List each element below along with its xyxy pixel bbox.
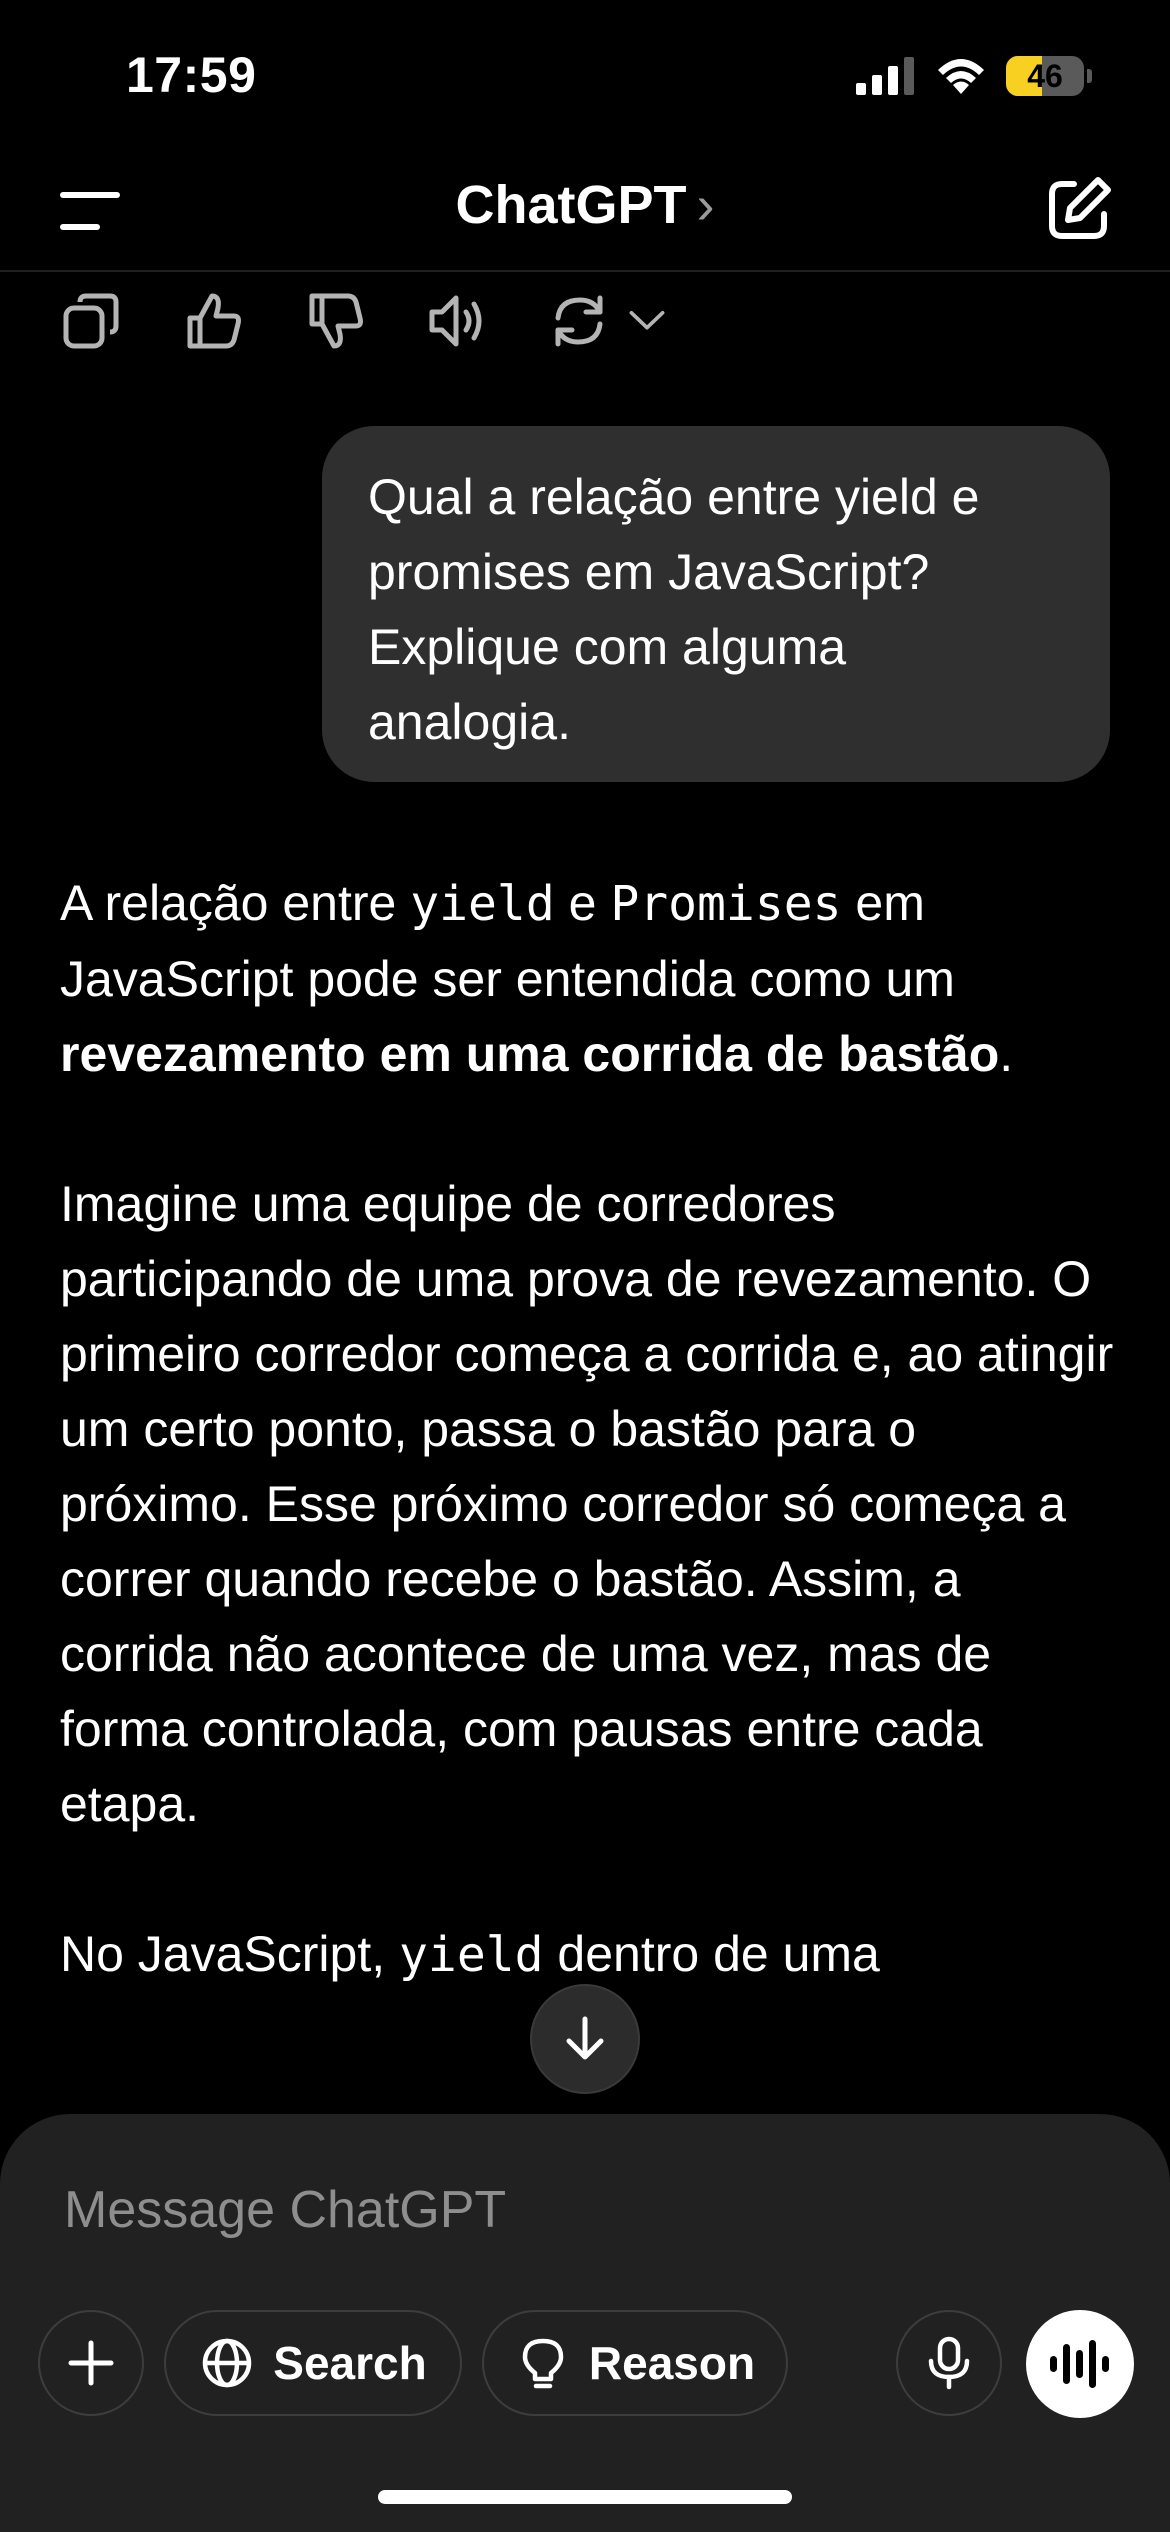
battery-indicator: 46 bbox=[1006, 56, 1084, 96]
inline-code: yield bbox=[399, 1927, 544, 1983]
regenerate-icon bbox=[555, 295, 603, 347]
reason-button[interactable]: Reason bbox=[482, 2310, 788, 2416]
new-chat-icon[interactable] bbox=[1040, 172, 1116, 248]
battery-cap bbox=[1087, 69, 1092, 83]
attach-button[interactable] bbox=[38, 2310, 144, 2416]
assistant-paragraph: Imagine uma equipe de corredores partici… bbox=[60, 1176, 1114, 1832]
status-icons: 46 bbox=[856, 56, 1092, 96]
home-indicator bbox=[378, 2490, 792, 2504]
text-run: dentro de uma bbox=[543, 1926, 880, 1982]
search-label: Search bbox=[273, 2337, 427, 2389]
model-selector[interactable]: ChatGPT › bbox=[0, 174, 1170, 236]
text-run: . bbox=[999, 1026, 1014, 1082]
reason-label: Reason bbox=[588, 2337, 756, 2389]
assistant-paragraph: A relação entre yield e Promises em Java… bbox=[60, 866, 1120, 1092]
arrow-down-icon bbox=[566, 2016, 604, 2060]
assistant-paragraph: No JavaScript, yield dentro de uma bbox=[60, 1917, 1120, 1993]
header-title: ChatGPT bbox=[455, 175, 687, 235]
message-composer: Message ChatGPT Search Reason bbox=[0, 2114, 1170, 2532]
read-aloud-icon[interactable] bbox=[426, 290, 488, 352]
inline-code: yield bbox=[410, 876, 555, 932]
copy-icon[interactable] bbox=[60, 290, 122, 352]
voice-waveform-icon bbox=[1050, 2340, 1109, 2388]
scroll-to-bottom-button[interactable] bbox=[530, 1984, 640, 2094]
chevron-right-icon: › bbox=[696, 175, 715, 235]
battery-level: 46 bbox=[1027, 57, 1063, 94]
chevron-down-icon bbox=[629, 310, 665, 330]
text-run: e bbox=[554, 875, 611, 931]
user-message-bubble: Qual a relação entre yield e promises em… bbox=[322, 426, 1110, 782]
plus-icon bbox=[68, 2340, 114, 2386]
wifi-icon bbox=[938, 59, 984, 94]
message-input[interactable]: Message ChatGPT bbox=[64, 2180, 506, 2240]
thumbs-up-icon[interactable] bbox=[182, 290, 244, 352]
assistant-message: A relação entre yield e Promises em Java… bbox=[60, 866, 1120, 2068]
inline-code: Promises bbox=[610, 876, 842, 932]
microphone-icon bbox=[928, 2336, 970, 2390]
text-run: A relação entre bbox=[60, 875, 411, 931]
message-actions bbox=[60, 290, 670, 352]
cellular-signal-icon bbox=[856, 57, 914, 95]
status-time: 17:59 bbox=[126, 47, 257, 103]
dictate-button[interactable] bbox=[896, 2310, 1002, 2416]
status-bar: 17:59 46 bbox=[0, 0, 1170, 150]
lightbulb-icon bbox=[522, 2338, 564, 2389]
voice-mode-button[interactable] bbox=[1026, 2310, 1134, 2418]
regenerate-button[interactable] bbox=[548, 290, 670, 352]
composer-toolbar: Search Reason bbox=[38, 2310, 1134, 2418]
app-header: ChatGPT › bbox=[0, 150, 1170, 272]
bold-text: revezamento em uma corrida de bastão bbox=[60, 1026, 1000, 1082]
thumbs-down-icon[interactable] bbox=[304, 290, 366, 352]
text-run: No JavaScript, bbox=[60, 1926, 400, 1982]
search-button[interactable]: Search bbox=[164, 2310, 462, 2416]
globe-icon bbox=[203, 2338, 252, 2388]
